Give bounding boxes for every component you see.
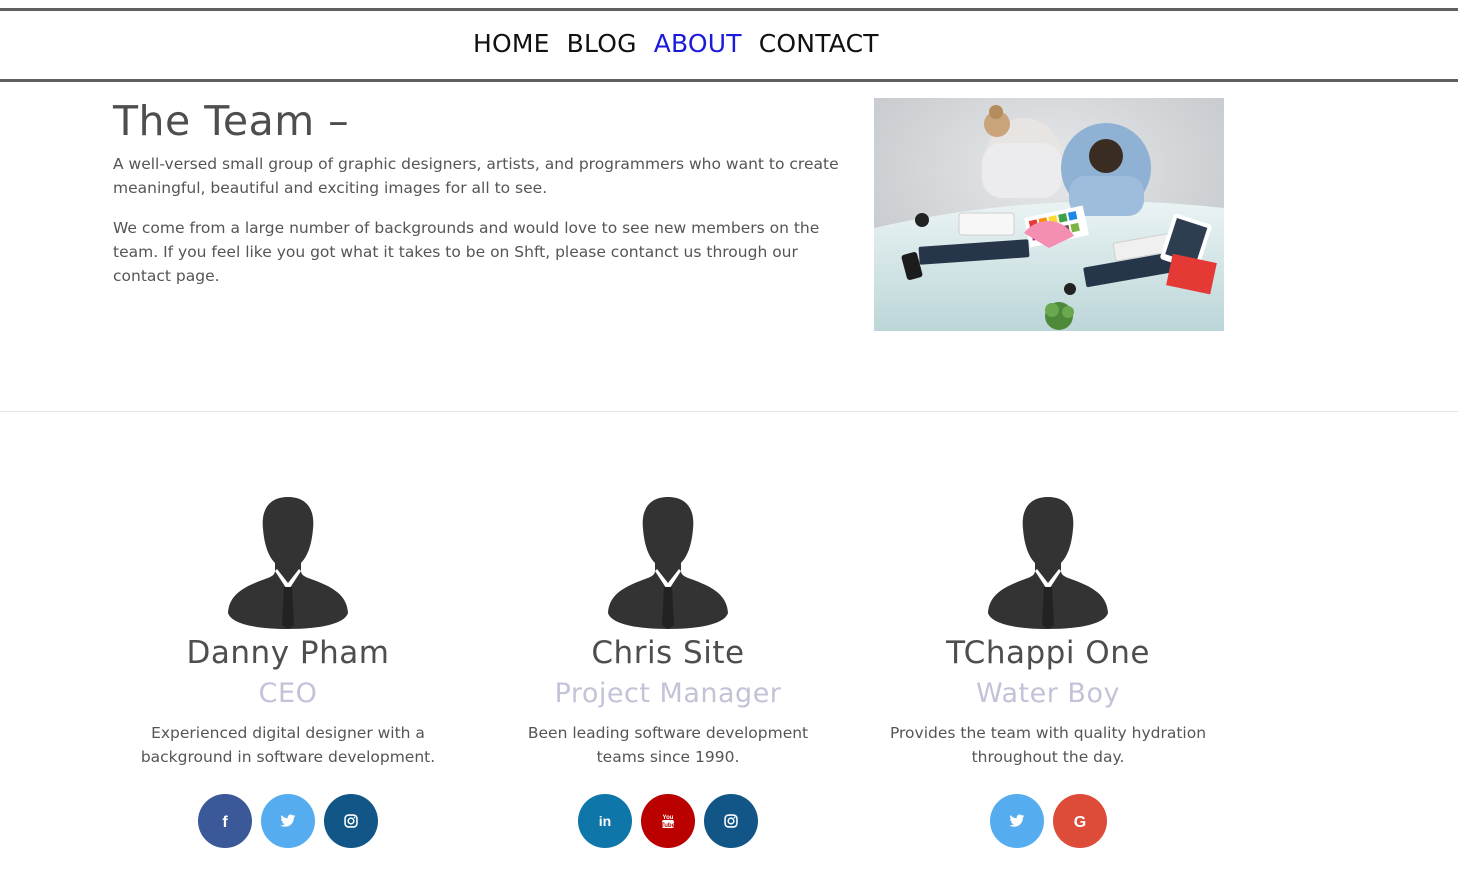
twitter-icon [280, 814, 296, 827]
youtube-button[interactable]: You Tube [641, 794, 695, 848]
twitter-icon [1008, 814, 1024, 827]
twitter-button[interactable] [989, 794, 1044, 848]
intro-section: The Team – A well-versed small group of … [113, 96, 853, 288]
team-member-card: Danny Pham CEO Experienced digital desig… [98, 495, 478, 848]
intro-paragraph-1: A well-versed small group of graphic des… [113, 155, 839, 197]
member-role: Project Manager [554, 678, 782, 709]
nav-home-link[interactable]: HOME [473, 29, 550, 58]
instagram-icon [724, 814, 738, 828]
facebook-icon: f [222, 814, 228, 829]
avatar-silhouette-icon [228, 497, 348, 629]
avatar-silhouette-icon [988, 497, 1108, 629]
member-bio: Been leading software development teams … [527, 724, 809, 766]
social-links: G [858, 794, 1238, 848]
member-role: CEO [258, 678, 318, 709]
instagram-button[interactable] [704, 794, 758, 848]
svg-text:f: f [222, 814, 228, 829]
social-links: in You Tube [478, 794, 858, 848]
linkedin-icon: in [599, 813, 611, 829]
team-member-card: Chris Site Project Manager Been leading … [478, 495, 858, 848]
nav-blog-link[interactable]: BLOG [567, 29, 637, 58]
instagram-button[interactable] [324, 794, 378, 848]
intro-paragraph-2: We come from a large number of backgroun… [113, 219, 820, 285]
instagram-icon [344, 814, 358, 828]
svg-text:G: G [1073, 814, 1085, 829]
member-role: Water Boy [976, 678, 1120, 709]
social-links: f [98, 794, 478, 848]
svg-text:in: in [599, 813, 611, 829]
nav-links: HOME BLOG ABOUT CONTACT [473, 29, 879, 58]
svg-text:Tube: Tube [661, 823, 675, 829]
member-name: Danny Pham [186, 635, 390, 671]
page-title: The Team – [113, 97, 350, 145]
google-button[interactable]: G [1052, 794, 1107, 848]
avatar-silhouette-icon [608, 497, 728, 629]
team-photo [874, 98, 1224, 331]
section-divider [0, 411, 1458, 412]
nav-about-link[interactable]: ABOUT [654, 29, 742, 58]
youtube-icon: YouTube [661, 815, 675, 829]
facebook-button[interactable]: f [198, 794, 252, 848]
team-member-card: TChappi One Water Boy Provides the team … [858, 495, 1238, 848]
navbar: HOME BLOG ABOUT CONTACT [0, 8, 1458, 82]
member-name: Chris Site [591, 635, 745, 671]
google-icon: G [1073, 814, 1085, 829]
nav-contact-link[interactable]: CONTACT [759, 29, 879, 58]
member-bio: Provides the team with quality hydration… [889, 724, 1207, 766]
linkedin-button[interactable]: in [578, 794, 632, 848]
member-bio: Experienced digital designer with a back… [140, 724, 436, 766]
member-name: TChappi One [946, 635, 1150, 671]
twitter-button[interactable] [261, 794, 315, 848]
